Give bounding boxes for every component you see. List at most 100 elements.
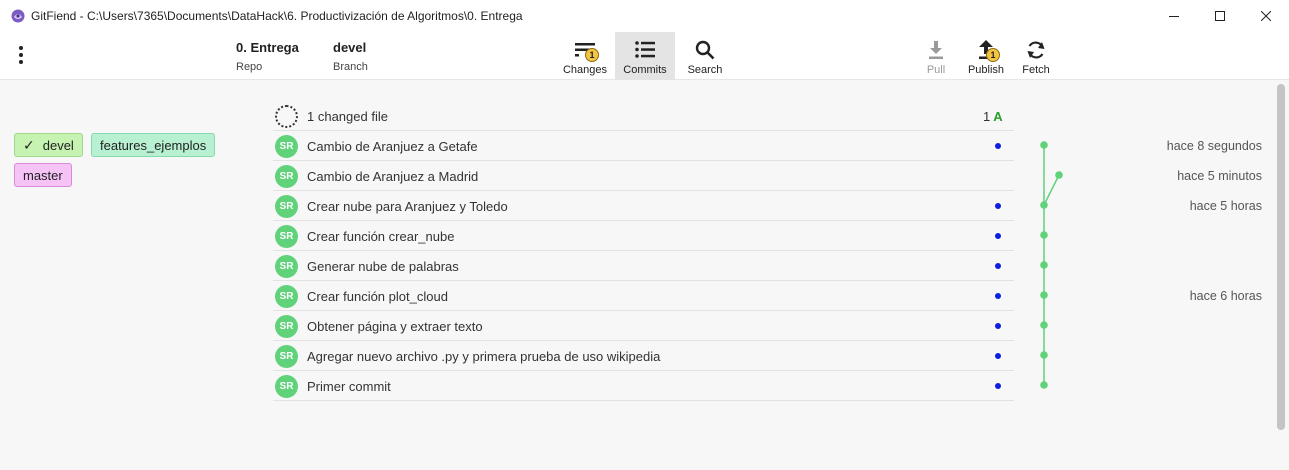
close-button[interactable] bbox=[1243, 0, 1289, 32]
author-avatar: SR bbox=[275, 165, 298, 188]
branch-name: devel bbox=[333, 40, 367, 55]
fetch-label: Fetch bbox=[1022, 64, 1050, 76]
author-avatar: SR bbox=[275, 375, 298, 398]
changes-dotted-circle-icon bbox=[275, 105, 298, 128]
window-title: GitFiend - C:\Users\7365\Documents\DataH… bbox=[31, 9, 523, 23]
remote-marker-icon bbox=[995, 143, 1001, 149]
search-button[interactable]: Search bbox=[680, 32, 730, 80]
toolbar: 0. Entrega Repo devel Branch 1 Changes C… bbox=[0, 32, 1289, 80]
publish-button[interactable]: 1 Publish bbox=[962, 32, 1010, 80]
remote-marker-icon bbox=[995, 263, 1001, 269]
changes-count: 1A bbox=[983, 109, 1003, 124]
changes-count-number: 1 bbox=[983, 109, 991, 124]
branch-tag-label: devel bbox=[42, 137, 74, 153]
publish-label: Publish bbox=[967, 64, 1005, 76]
maximize-icon bbox=[1215, 11, 1225, 21]
commit-time: hace 8 segundos bbox=[1166, 139, 1262, 153]
branch-tag-master[interactable]: master bbox=[14, 163, 72, 187]
commit-row[interactable]: SR Crear función crear_nube bbox=[273, 221, 1014, 251]
search-icon bbox=[695, 40, 715, 60]
commit-row[interactable]: SR Primer commit bbox=[273, 371, 1014, 401]
commit-row[interactable]: SR Cambio de Aranjuez a Madrid bbox=[273, 161, 1014, 191]
author-avatar: SR bbox=[275, 135, 298, 158]
title-bar: GitFiend - C:\Users\7365\Documents\DataH… bbox=[0, 0, 1289, 32]
commits-button[interactable]: Commits bbox=[615, 32, 675, 80]
pull-download-icon bbox=[929, 41, 943, 59]
commits-label: Commits bbox=[623, 64, 667, 76]
commit-row[interactable]: SR Agregar nuevo archivo .py y primera p… bbox=[273, 341, 1014, 371]
repo-name: 0. Entrega bbox=[236, 40, 299, 55]
graph-node[interactable] bbox=[1040, 261, 1048, 269]
commit-row[interactable]: SR Crear nube para Aranjuez y Toledo bbox=[273, 191, 1014, 221]
changes-button[interactable]: 1 Changes bbox=[556, 32, 614, 80]
branch-label: Branch bbox=[333, 61, 368, 73]
graph-node[interactable] bbox=[1040, 201, 1048, 209]
commit-message: Generar nube de palabras bbox=[307, 259, 459, 274]
commit-row[interactable]: SR Crear función plot_cloud bbox=[273, 281, 1014, 311]
checkmark-icon: ✓ bbox=[23, 136, 35, 153]
changes-label: Changes bbox=[562, 64, 608, 76]
maximize-button[interactable] bbox=[1197, 0, 1243, 32]
commit-list: 1 changed file 1A SR Cambio de Aranjuez … bbox=[273, 101, 1014, 401]
publish-badge: 1 bbox=[986, 48, 1000, 62]
branch-tag-label: master bbox=[23, 167, 63, 183]
commit-message: Obtener página y extraer texto bbox=[307, 319, 483, 334]
commit-time: hace 5 minutos bbox=[1177, 169, 1262, 183]
remote-marker-icon bbox=[995, 353, 1001, 359]
author-avatar: SR bbox=[275, 285, 298, 308]
author-avatar: SR bbox=[275, 315, 298, 338]
graph-node[interactable] bbox=[1040, 351, 1048, 359]
commit-message: Primer commit bbox=[307, 379, 391, 394]
commit-message: Agregar nuevo archivo .py y primera prue… bbox=[307, 349, 661, 364]
pull-button[interactable]: Pull bbox=[916, 32, 956, 80]
author-avatar: SR bbox=[275, 345, 298, 368]
repo-label: Repo bbox=[236, 61, 263, 73]
commit-message: Crear función crear_nube bbox=[307, 229, 455, 244]
added-status: A bbox=[993, 109, 1003, 124]
graph-node[interactable] bbox=[1040, 291, 1048, 299]
minimize-button[interactable] bbox=[1151, 0, 1197, 32]
graph-node[interactable] bbox=[1040, 231, 1048, 239]
commit-row[interactable]: SR Obtener página y extraer texto bbox=[273, 311, 1014, 341]
branch-tag-label: features_ejemplos bbox=[100, 137, 207, 153]
changes-row-label: 1 changed file bbox=[307, 109, 388, 124]
graph-node[interactable] bbox=[1040, 321, 1048, 329]
changes-row[interactable]: 1 changed file 1A bbox=[273, 101, 1014, 131]
commit-graph bbox=[1040, 141, 1063, 389]
remote-marker-icon bbox=[995, 323, 1001, 329]
remote-marker-icon bbox=[995, 233, 1001, 239]
graph-merge-line bbox=[1043, 174, 1060, 206]
pull-label: Pull bbox=[926, 64, 946, 76]
commit-message: Cambio de Aranjuez a Getafe bbox=[307, 139, 478, 154]
commit-message: Crear nube para Aranjuez y Toledo bbox=[307, 199, 508, 214]
author-avatar: SR bbox=[275, 255, 298, 278]
scrollbar-thumb[interactable] bbox=[1277, 84, 1285, 430]
fetch-button[interactable]: Fetch bbox=[1015, 32, 1057, 80]
author-avatar: SR bbox=[275, 195, 298, 218]
graph-node[interactable] bbox=[1040, 141, 1048, 149]
repo-selector[interactable]: 0. Entrega Repo bbox=[236, 40, 299, 73]
graph-node[interactable] bbox=[1040, 381, 1048, 389]
commit-time: hace 6 horas bbox=[1189, 289, 1262, 303]
commit-time: hace 5 horas bbox=[1189, 199, 1262, 213]
remote-marker-icon bbox=[995, 383, 1001, 389]
branch-tag-features-ejemplos[interactable]: features_ejemplos bbox=[91, 133, 216, 157]
close-icon bbox=[1261, 11, 1271, 21]
changes-badge: 1 bbox=[585, 48, 599, 62]
branch-tag-devel[interactable]: ✓ devel bbox=[14, 133, 83, 157]
commit-message: Crear función plot_cloud bbox=[307, 289, 448, 304]
commit-message: Cambio de Aranjuez a Madrid bbox=[307, 169, 479, 184]
remote-marker-icon bbox=[995, 203, 1001, 209]
commit-row[interactable]: SR Cambio de Aranjuez a Getafe bbox=[273, 131, 1014, 161]
search-label: Search bbox=[687, 64, 723, 76]
commit-row[interactable]: SR Generar nube de palabras bbox=[273, 251, 1014, 281]
remote-marker-icon bbox=[995, 293, 1001, 299]
branch-selector[interactable]: devel Branch bbox=[333, 40, 368, 73]
fetch-refresh-icon bbox=[1027, 41, 1045, 59]
author-avatar: SR bbox=[275, 225, 298, 248]
menu-kebab-icon[interactable] bbox=[16, 44, 26, 66]
graph-node[interactable] bbox=[1055, 171, 1063, 179]
commits-list-icon bbox=[635, 41, 655, 58]
gitfiend-logo-icon bbox=[11, 9, 25, 23]
minimize-icon bbox=[1169, 16, 1179, 17]
